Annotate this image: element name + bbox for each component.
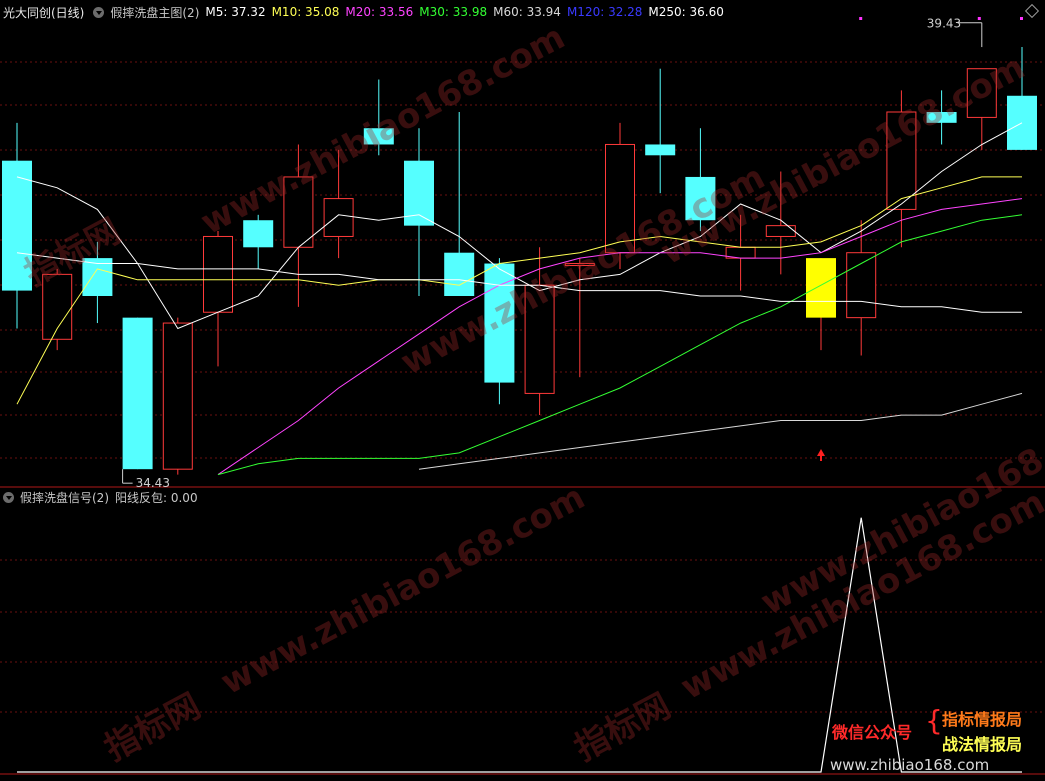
ma-legend-4: M60: 33.94 xyxy=(493,5,561,19)
candle-body xyxy=(926,112,957,123)
main-indicator-name: 假摔洗盘主图(2) xyxy=(110,5,200,20)
candle-body xyxy=(122,317,153,470)
promo-line2: 战法情报局 xyxy=(942,735,1023,754)
sub-chart-header: 假摔洗盘信号(2) 阳线反包: 0.00 xyxy=(0,487,204,507)
candle-body xyxy=(162,322,193,470)
candle-body xyxy=(605,143,635,254)
candle-body xyxy=(645,144,676,156)
stock-title: 光大同创(日线) xyxy=(3,5,85,20)
candle-body xyxy=(524,284,555,394)
candle-body xyxy=(243,220,274,248)
candle-body xyxy=(444,252,475,296)
ma-legend-5: M120: 32.28 xyxy=(566,5,643,19)
candle-body xyxy=(966,68,997,118)
marker-dot xyxy=(859,17,863,20)
candle-body xyxy=(564,263,595,267)
candle-body xyxy=(846,252,877,319)
ma-legend-2: M20: 33.56 xyxy=(345,5,414,19)
promo-site: www.zhibiao168.com xyxy=(830,756,990,774)
promo-line1: 指标情报局 xyxy=(942,710,1023,729)
candle-body xyxy=(765,225,796,237)
ma-legend-3: M30: 33.98 xyxy=(419,5,488,19)
ma-legend-0: M5: 37.32 xyxy=(205,5,266,19)
dropdown-icon[interactable] xyxy=(3,491,14,503)
candle-body xyxy=(203,235,233,313)
promo-wechat-label: 微信公众号 xyxy=(832,723,913,742)
candle-body xyxy=(685,176,716,221)
promo-wechat: 微信公众号 xyxy=(832,719,912,743)
ma-legend-1: M10: 35.08 xyxy=(271,5,340,19)
candle-body xyxy=(323,198,354,237)
buy-signal-arrow xyxy=(817,449,825,461)
dropdown-icon[interactable] xyxy=(93,6,105,18)
promo-brace: { xyxy=(925,704,943,737)
candle-body xyxy=(886,111,917,210)
marker-dot xyxy=(977,17,981,20)
sub-indicator-name: 假摔洗盘信号(2) xyxy=(20,490,109,505)
candle-body xyxy=(806,258,836,318)
candle-body xyxy=(283,176,314,248)
main-chart-header: 光大同创(日线) 假摔洗盘主图(2) M5: 37.32 M10: 35.08 … xyxy=(0,2,730,22)
kline-chart[interactable]: 39.4334.43 xyxy=(0,0,1045,781)
candle-body xyxy=(363,128,394,145)
sub-indicator-value: 阳线反包: 0.00 xyxy=(115,490,198,505)
high-label: 39.43 xyxy=(927,17,961,31)
ma-legend-6: M250: 36.60 xyxy=(648,5,724,19)
marker-dot xyxy=(1020,17,1023,20)
